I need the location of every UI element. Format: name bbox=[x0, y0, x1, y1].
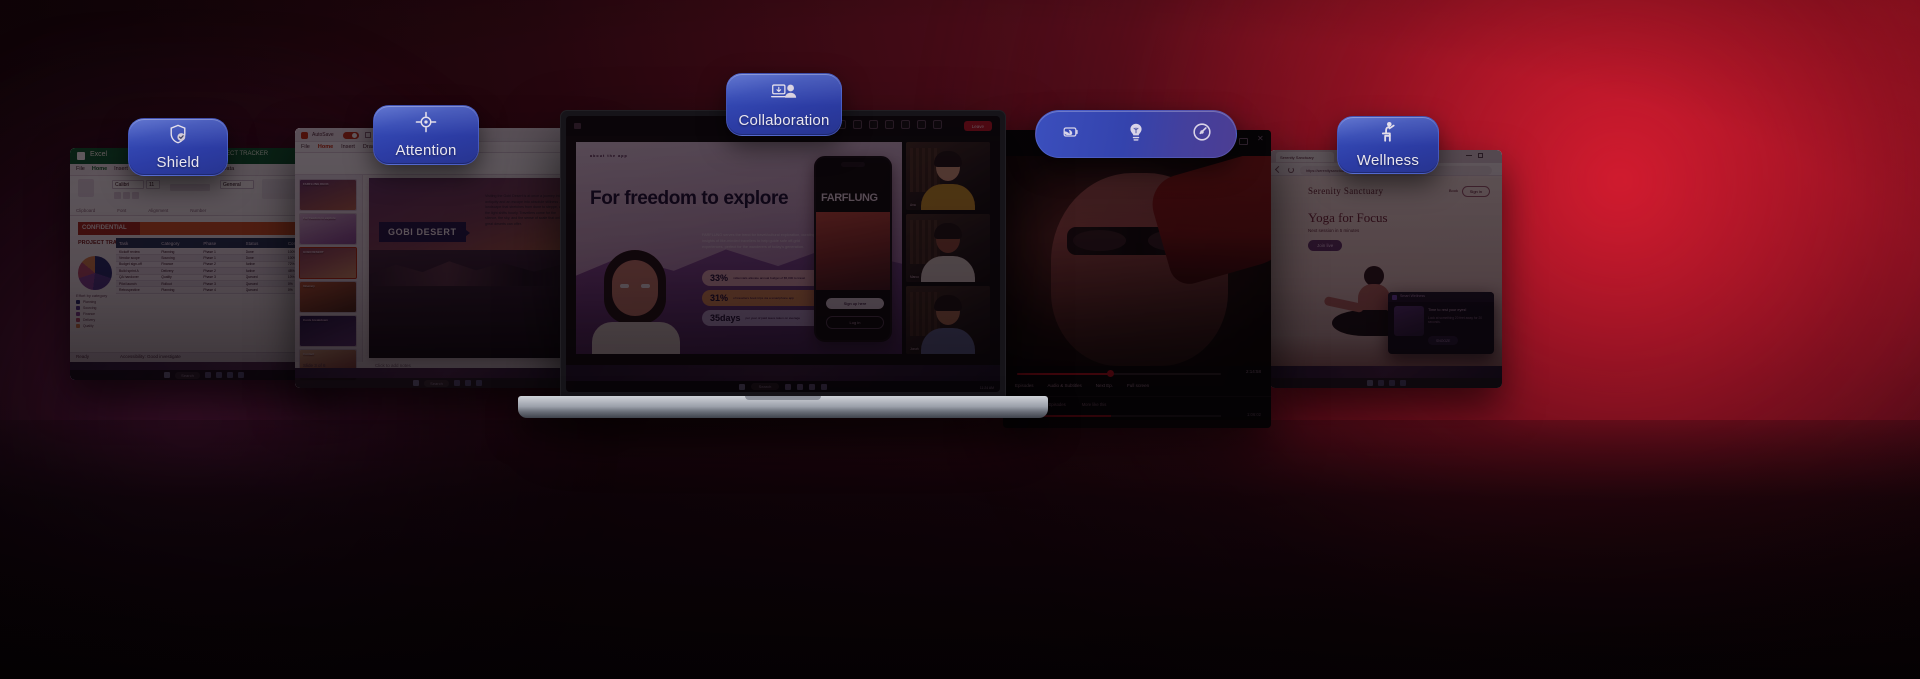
taskbar-app-icon[interactable] bbox=[821, 383, 828, 390]
speedometer-icon[interactable] bbox=[1192, 122, 1212, 147]
participant-tiles[interactable]: Ana Marco Jonah bbox=[906, 142, 990, 358]
start-icon[interactable] bbox=[738, 383, 745, 390]
eco-battery-icon[interactable] bbox=[1060, 124, 1080, 145]
slide-eyebrow: about the app bbox=[590, 154, 628, 158]
meeting-control-more[interactable] bbox=[933, 120, 942, 129]
meeting-control-react[interactable] bbox=[901, 120, 910, 129]
floating-pill-toolbar[interactable] bbox=[1035, 110, 1237, 158]
meeting-leave-button[interactable]: Leave bbox=[963, 121, 992, 131]
taskbar-app-icon[interactable] bbox=[809, 383, 816, 390]
phone-brand: FARFLUNG bbox=[821, 192, 878, 204]
meeting-control-participants[interactable] bbox=[917, 120, 926, 129]
tile-hair bbox=[934, 295, 962, 311]
shield-check-icon bbox=[167, 123, 189, 150]
stat-text: of travellers book trips via a smartphon… bbox=[733, 295, 794, 300]
meeting-control-share[interactable] bbox=[869, 120, 878, 129]
phone-secondary-cta[interactable]: Log in bbox=[826, 316, 884, 329]
taskbar-app-icon[interactable] bbox=[785, 383, 792, 390]
badge-shield-label: Shield bbox=[156, 154, 200, 171]
stat-value: 31% bbox=[710, 293, 729, 303]
laptop-taskbar[interactable]: Search bbox=[566, 381, 1000, 392]
stat-value: 33% bbox=[710, 273, 729, 283]
participant-tile[interactable]: Marco bbox=[906, 214, 990, 282]
shared-slide[interactable]: about the app For freedom to explore FAR… bbox=[576, 142, 902, 354]
taskbar-app-icon[interactable] bbox=[797, 383, 804, 390]
taskbar-search[interactable]: Search bbox=[750, 383, 780, 390]
meeting-control-chat[interactable] bbox=[885, 120, 894, 129]
stat-text: millennials allocate annual budget of $5… bbox=[733, 275, 806, 280]
stat-value: 35days bbox=[710, 313, 741, 323]
laptop-person-icon bbox=[771, 81, 797, 108]
stat-chip: 35days per year of paid leave taken on av… bbox=[702, 310, 822, 326]
tile-name: Ana bbox=[910, 203, 916, 207]
lightbulb-icon[interactable] bbox=[1127, 122, 1145, 147]
badge-collaboration[interactable]: Collaboration bbox=[726, 73, 842, 136]
stat-text: per year of paid leave taken on average bbox=[745, 315, 801, 320]
badge-wellness[interactable]: Wellness bbox=[1337, 116, 1439, 174]
badge-attention-label: Attention bbox=[395, 142, 457, 159]
scene-stage: Excel PROJECT TRACKER File Home Insert D… bbox=[0, 0, 1920, 679]
badge-shield[interactable]: Shield bbox=[128, 118, 228, 176]
badge-attention[interactable]: Attention bbox=[373, 105, 479, 165]
tile-hair bbox=[934, 151, 962, 167]
presenter-portrait bbox=[586, 238, 690, 354]
laptop-notch bbox=[745, 396, 821, 400]
tile-name: Marco bbox=[910, 275, 919, 279]
phone-primary-cta[interactable]: Sign up here bbox=[826, 298, 884, 309]
badge-wellness-label: Wellness bbox=[1356, 152, 1420, 169]
participant-tile[interactable]: Jonah bbox=[906, 286, 990, 354]
tile-hair bbox=[934, 223, 962, 239]
slide-stats: 33% millennials allocate annual budget of… bbox=[702, 270, 822, 330]
stat-chip: 31% of travellers book trips via a smartp… bbox=[702, 290, 822, 306]
seated-posture-icon bbox=[1378, 121, 1398, 148]
participant-tile[interactable]: Ana bbox=[906, 142, 990, 210]
meeting-app-icon bbox=[574, 123, 581, 129]
stat-chip: 33% millennials allocate annual budget of… bbox=[702, 270, 822, 286]
meeting-control-video[interactable] bbox=[853, 120, 862, 129]
laptop-device: Leave about the app For freedom to explo… bbox=[518, 110, 1048, 420]
meeting-toolbar[interactable] bbox=[837, 120, 942, 129]
slide-paragraph: FARFLUNG serves the trend for travel/cul… bbox=[702, 233, 822, 250]
laptop-meeting-window[interactable]: Leave about the app For freedom to explo… bbox=[566, 116, 1000, 392]
laptop-clock: 11:24 AM bbox=[979, 386, 994, 390]
badge-collaboration-label: Collaboration bbox=[738, 111, 830, 129]
crosshair-target-icon bbox=[415, 111, 437, 138]
phone-mockup: FARFLUNG Sign up here Log in bbox=[814, 156, 892, 342]
slide-headline: For freedom to explore bbox=[590, 188, 789, 209]
tile-name: Jonah bbox=[910, 347, 919, 351]
